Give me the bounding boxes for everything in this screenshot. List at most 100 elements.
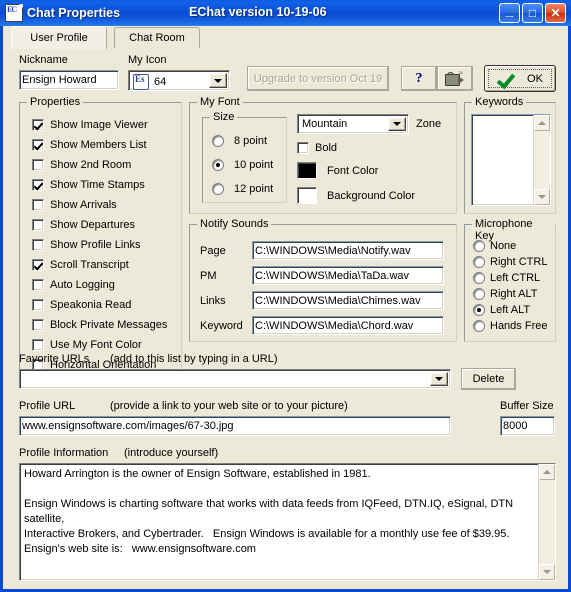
microphone-key-radio-row[interactable]: Left ALT (473, 302, 530, 317)
properties-checkbox-row[interactable]: Use My Font Color (32, 337, 142, 352)
nickname-input[interactable]: Ensign Howard (19, 70, 119, 90)
camcorder-lens (458, 76, 464, 84)
properties-checkbox-row[interactable]: Show Arrivals (32, 197, 117, 212)
profile-url-input[interactable]: www.ensignsoftware.com/images/67-30.jpg (19, 416, 451, 436)
microphone-key-radio-label: None (490, 239, 517, 252)
properties-checkbox-row[interactable]: Show Departures (32, 217, 135, 232)
profile-information-textarea[interactable]: Howard Arrington is the owner of Ensign … (19, 463, 556, 581)
properties-checkbox-row[interactable]: Auto Logging (32, 277, 115, 292)
close-button[interactable]: ✕ (545, 3, 566, 23)
properties-checkbox-row[interactable]: Show Time Stamps (32, 177, 145, 192)
font-color-swatch[interactable] (297, 162, 317, 179)
properties-checkbox-row[interactable]: Show Image Viewer (32, 117, 148, 132)
keywords-group: Keywords (464, 96, 556, 214)
properties-checkbox[interactable] (32, 198, 44, 211)
background-color-row[interactable]: Background Color (297, 187, 415, 204)
microphone-key-radio-row[interactable]: Right ALT (473, 286, 538, 301)
font-size-radio[interactable] (212, 182, 224, 195)
font-size-radio-row[interactable]: 12 point (212, 181, 273, 196)
properties-checkbox-label: Show 2nd Room (50, 158, 132, 171)
properties-checkbox[interactable] (32, 278, 44, 291)
bold-checkbox[interactable] (297, 141, 309, 154)
microphone-key-radio-row[interactable]: Left CTRL (473, 270, 540, 285)
microphone-key-radio-row[interactable]: Right CTRL (473, 254, 547, 269)
scroll-down-icon[interactable] (539, 564, 555, 580)
upgrade-button[interactable]: Upgrade to version Oct 19 (247, 66, 389, 91)
title-bar: Chat Properties EChat version 10-19-06 _… (0, 0, 571, 26)
microphone-key-radio-row[interactable]: Hands Free (473, 318, 547, 333)
profile-url-hint: (provide a link to your web site or to y… (110, 400, 348, 412)
buffer-size-input[interactable]: 8000 (500, 416, 555, 436)
properties-checkbox[interactable] (32, 318, 44, 331)
microphone-key-radio[interactable] (473, 239, 485, 252)
tab-user-profile-label: User Profile (30, 32, 88, 44)
properties-checkbox-label: Auto Logging (50, 278, 115, 291)
camera-button[interactable]: ≈ (437, 66, 473, 91)
zone-value: Mountain (302, 118, 348, 130)
keywords-listbox[interactable] (471, 114, 551, 206)
microphone-key-radio-row[interactable]: None (473, 238, 516, 253)
notify-sound-input[interactable]: C:\WINDOWS\Media\Chord.wav (252, 316, 444, 335)
properties-checkbox[interactable] (32, 258, 44, 271)
properties-checkbox-label: Use My Font Color (50, 338, 142, 351)
microphone-key-radio[interactable] (473, 255, 485, 268)
properties-checkbox[interactable] (32, 238, 44, 251)
properties-checkbox[interactable] (32, 118, 44, 131)
properties-checkbox[interactable] (32, 138, 44, 151)
scroll-down-icon[interactable] (534, 189, 550, 205)
chevron-down-icon[interactable] (209, 73, 227, 88)
profile-information-scrollbar[interactable] (538, 464, 555, 580)
bold-checkbox-row[interactable]: Bold (297, 140, 337, 155)
keywords-scrollbar[interactable] (533, 115, 550, 205)
properties-checkbox-row[interactable]: Show Profile Links (32, 237, 141, 252)
keywords-group-title: Keywords (472, 96, 527, 108)
minimize-button[interactable]: _ (499, 3, 520, 23)
properties-checkbox[interactable] (32, 298, 44, 311)
ok-button[interactable]: OK (484, 65, 556, 92)
chevron-down-icon[interactable] (430, 372, 448, 386)
help-button[interactable]: ? (401, 66, 437, 91)
scroll-up-icon[interactable] (539, 464, 555, 480)
maximize-icon: □ (528, 6, 537, 20)
notify-sound-input[interactable]: C:\WINDOWS\Media\Notify.wav (252, 241, 444, 260)
my-font-group: My Font Size 8 point 10 point 12 point Mou… (189, 96, 457, 214)
properties-checkbox[interactable] (32, 218, 44, 231)
notify-sound-input[interactable]: C:\WINDOWS\Media\TaDa.wav (252, 266, 444, 285)
properties-checkbox[interactable] (32, 338, 44, 351)
microphone-key-radio[interactable] (473, 271, 485, 284)
nickname-label: Nickname (19, 54, 68, 66)
microphone-key-radio[interactable] (473, 319, 485, 332)
tab-strip: User Profile Chat Room (6, 26, 568, 49)
properties-checkbox-row[interactable]: Show Members List (32, 137, 147, 152)
window-version-text: EChat version 10-19-06 (189, 5, 327, 19)
properties-checkbox[interactable] (32, 178, 44, 191)
tab-user-profile[interactable]: User Profile (11, 26, 107, 49)
zone-combo[interactable]: Mountain (297, 114, 409, 134)
font-size-radio-row[interactable]: 10 point (212, 157, 273, 172)
my-font-group-title: My Font (197, 96, 243, 108)
properties-checkbox-row[interactable]: Show 2nd Room (32, 157, 131, 172)
tab-chat-room[interactable]: Chat Room (114, 27, 200, 48)
my-icon-combo[interactable]: 64 (128, 70, 230, 91)
font-size-radio-label: 12 point (234, 182, 274, 195)
properties-checkbox-row[interactable]: Speakonia Read (32, 297, 131, 312)
user-profile-panel: Nickname Ensign Howard My Icon 64 Upgrad… (6, 48, 568, 589)
properties-checkbox-row[interactable]: Block Private Messages (32, 317, 167, 332)
delete-button[interactable]: Delete (461, 368, 516, 390)
font-size-radio[interactable] (212, 158, 224, 171)
maximize-button[interactable]: □ (522, 3, 543, 23)
properties-checkbox[interactable] (32, 158, 44, 171)
font-size-radio[interactable] (212, 134, 224, 147)
notify-sound-input[interactable]: C:\WINDOWS\Media\Chimes.wav (252, 291, 444, 310)
properties-checkbox-row[interactable]: Scroll Transcript (32, 257, 129, 272)
microphone-key-radio[interactable] (473, 287, 485, 300)
background-color-swatch[interactable] (297, 187, 317, 204)
font-size-radio-row[interactable]: 8 point (212, 133, 267, 148)
favorite-urls-combo[interactable] (19, 369, 451, 389)
properties-checkbox-label: Scroll Transcript (50, 258, 129, 271)
scroll-up-icon[interactable] (534, 115, 550, 131)
font-color-label: Font Color (327, 164, 379, 177)
chevron-down-icon[interactable] (388, 117, 406, 131)
font-color-row[interactable]: Font Color (297, 162, 379, 179)
microphone-key-radio[interactable] (473, 303, 485, 316)
